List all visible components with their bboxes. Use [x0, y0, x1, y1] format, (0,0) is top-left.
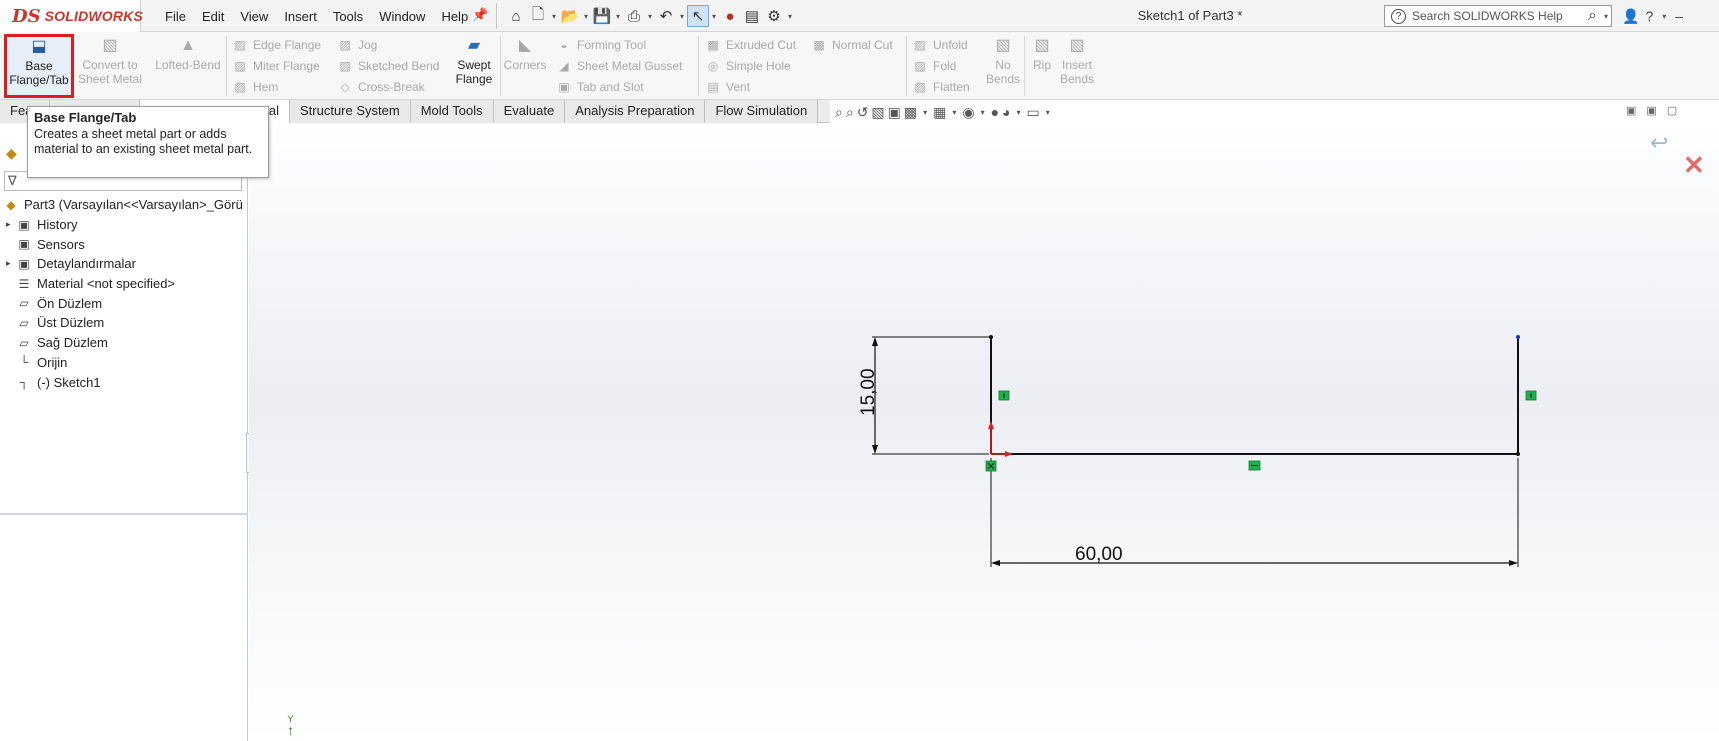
tooltip-description: Creates a sheet metal part or adds mater… [34, 127, 253, 156]
dimension-arrow [1509, 560, 1518, 566]
dimension-arrow [991, 560, 1000, 566]
origin-arrow-head [988, 421, 994, 429]
dimension-width-text[interactable]: 60,00 [1075, 544, 1123, 565]
origin-arrow-head [1005, 451, 1013, 457]
axis-triad: Y ↑ [287, 714, 294, 738]
confirm-corner-icon[interactable]: ↩ [1650, 130, 1668, 156]
dimension-arrow [872, 337, 878, 346]
base-flange-tooltip: Base Flange/Tab Creates a sheet metal pa… [27, 106, 269, 178]
tooltip-title: Base Flange/Tab [34, 110, 137, 125]
sketch-point[interactable] [989, 335, 993, 339]
dimension-height-text[interactable]: 15,00 [858, 368, 879, 416]
solidworks-window: DS SOLIDWORKS File Edit View Insert Tool… [0, 0, 1719, 741]
axis-y-arrow-icon: ↑ [287, 722, 294, 738]
sketch-point[interactable] [1516, 452, 1520, 456]
sketch-point-selected[interactable] [1516, 335, 1520, 339]
cancel-corner-icon[interactable]: ✕ [1683, 150, 1705, 181]
dimension-arrow [872, 445, 878, 454]
